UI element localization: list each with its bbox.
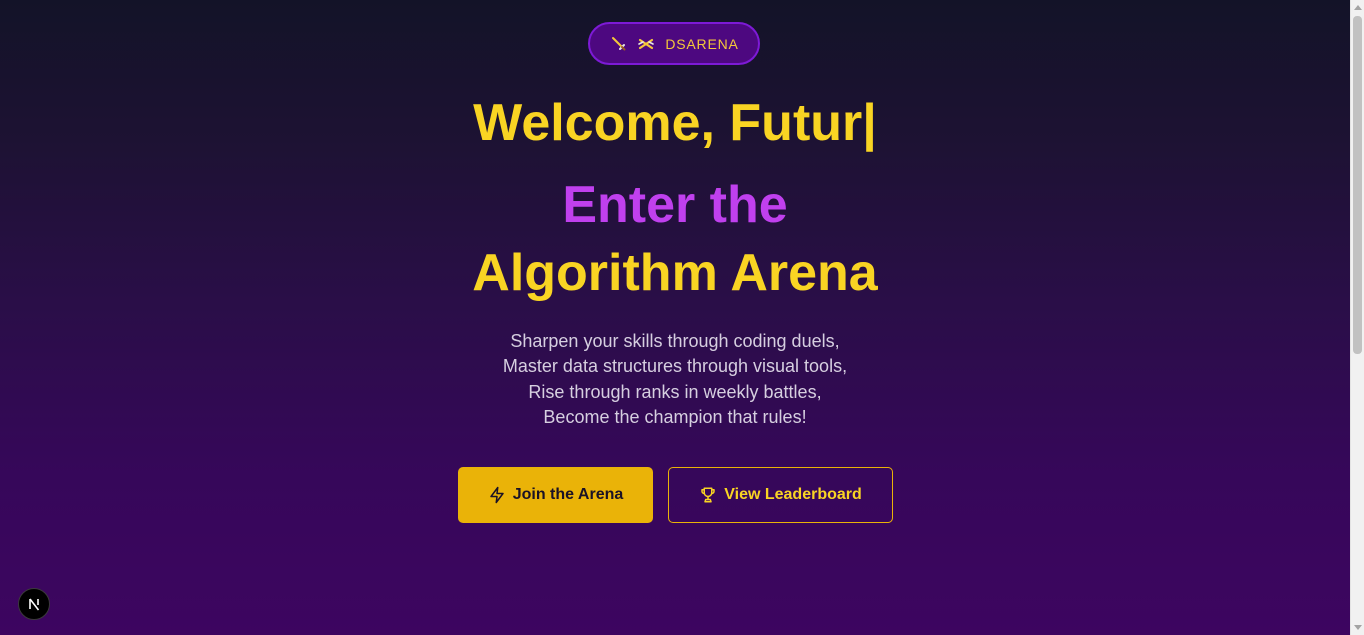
nextjs-logo-icon (29, 598, 40, 611)
typing-cursor: | (862, 94, 877, 152)
sword-icon (609, 35, 627, 53)
scroll-down-arrow-icon[interactable] (1351, 621, 1364, 635)
tagline-line: Become the champion that rules! (543, 406, 807, 427)
scrollbar-thumb[interactable] (1353, 16, 1362, 354)
landing-page: DSARENA Welcome, Futur| Enter the Algori… (0, 0, 1350, 635)
nextjs-dev-badge[interactable] (18, 588, 50, 620)
trophy-icon (699, 486, 717, 504)
hero-title-line2: Algorithm Arena (472, 244, 878, 302)
brand-name: DSARENA (665, 35, 739, 52)
tagline: Sharpen your skills through coding duels… (0, 329, 1350, 430)
join-arena-label: Join the Arena (512, 486, 624, 503)
tagline-line: Master data structures through visual to… (502, 356, 848, 377)
view-leaderboard-label: View Leaderboard (724, 486, 862, 503)
page-scrollbar[interactable] (1350, 0, 1364, 635)
typing-text: Welcome, Futur (473, 94, 863, 152)
view-leaderboard-button[interactable]: View Leaderboard (668, 467, 893, 523)
lightning-icon (488, 486, 506, 504)
hero-title-line1: Enter the (562, 176, 788, 234)
brand-badge: DSARENA (588, 22, 760, 65)
typing-headline: Welcome, Futur| (0, 92, 1350, 154)
tagline-line: Sharpen your skills through coding duels… (510, 331, 840, 351)
scroll-up-arrow-icon[interactable] (1351, 0, 1364, 14)
crossed-swords-icon (637, 35, 655, 53)
tagline-line: Rise through ranks in weekly battles, (528, 381, 822, 402)
join-arena-button[interactable]: Join the Arena (458, 467, 653, 523)
